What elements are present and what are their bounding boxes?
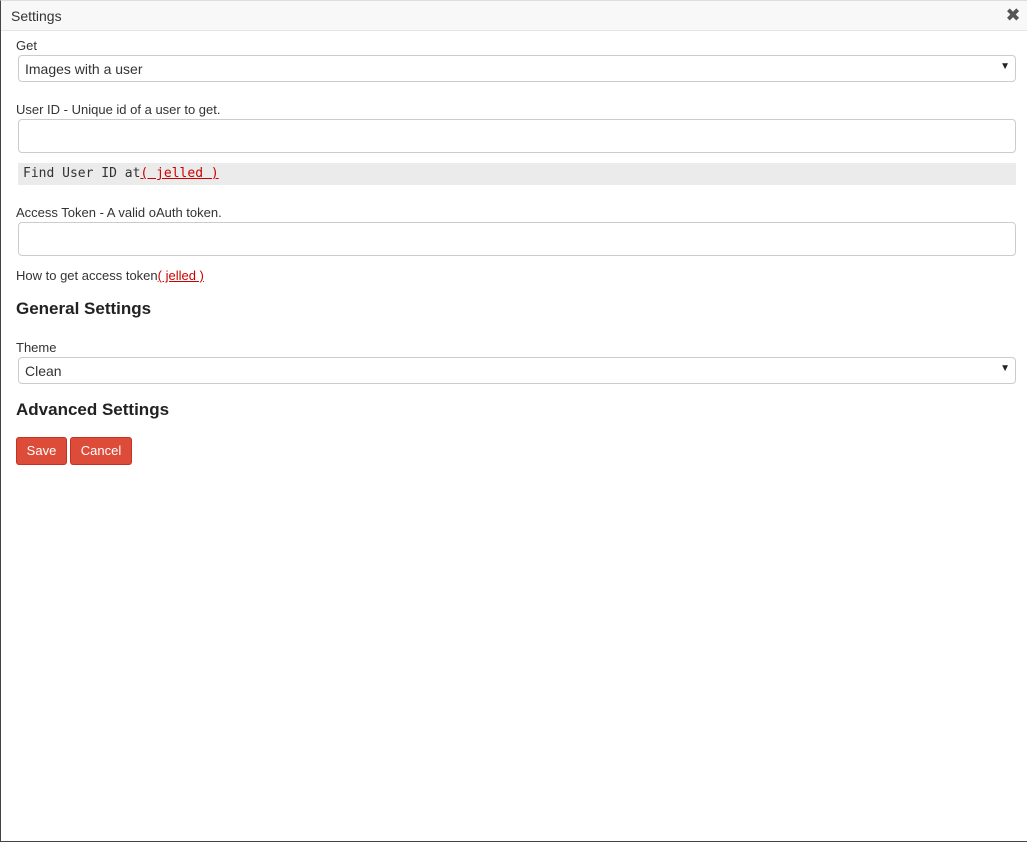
user-id-label: User ID - Unique id of a user to get. <box>16 102 221 117</box>
dialog-titlebar: Settings ✖ <box>1 1 1027 31</box>
settings-dialog: Settings ✖ Get Images with a user ▼ User… <box>0 0 1027 842</box>
get-select[interactable]: Images with a user ▼ <box>18 55 1016 82</box>
user-id-hint: Find User ID at( jelled ) <box>18 163 1016 185</box>
chevron-down-icon: ▼ <box>1000 61 1010 72</box>
theme-select-value: Clean <box>25 363 62 379</box>
get-label: Get <box>16 38 37 53</box>
cancel-button[interactable]: Cancel <box>70 437 132 465</box>
access-token-label: Access Token - A valid oAuth token. <box>16 205 222 220</box>
chevron-down-icon: ▼ <box>1000 363 1010 374</box>
theme-label: Theme <box>16 340 57 355</box>
access-token-input[interactable] <box>18 222 1016 256</box>
user-id-input[interactable] <box>18 119 1016 153</box>
get-select-value: Images with a user <box>25 61 143 77</box>
save-button[interactable]: Save <box>16 437 67 465</box>
close-icon[interactable]: ✖ <box>1003 4 1023 26</box>
access-token-hint-link[interactable]: ( jelled ) <box>158 268 204 283</box>
access-token-hint: How to get access token( jelled ) <box>16 268 204 283</box>
theme-select[interactable]: Clean ▼ <box>18 357 1016 384</box>
dialog-title: Settings <box>11 8 62 24</box>
advanced-settings-heading[interactable]: Advanced Settings <box>16 400 169 420</box>
general-settings-heading: General Settings <box>16 299 152 318</box>
user-id-hint-text: Find User ID at <box>23 166 141 181</box>
user-id-hint-link[interactable]: ( jelled ) <box>140 166 218 181</box>
access-token-hint-text: How to get access token <box>16 268 158 283</box>
